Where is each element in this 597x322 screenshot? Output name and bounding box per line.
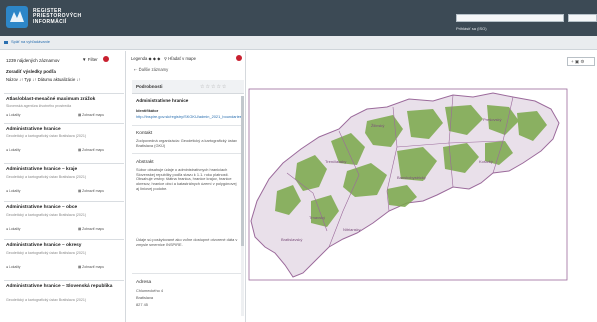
list-item-subtitle: Geodetický a kartografický ústav Bratisl…: [6, 298, 87, 302]
breadcrumb-bar: [0, 36, 597, 50]
list-item-title[interactable]: Administratívne hranice – kraje: [6, 167, 124, 173]
list-item-tag[interactable]: ● Lokality: [6, 113, 21, 117]
list-item[interactable]: Atlas/oblast-mesačné maximum zrážok Slov…: [4, 93, 124, 123]
filter-label: Filter: [87, 57, 98, 62]
close-results-icon[interactable]: [103, 56, 109, 62]
region-label-presovsky: Prešovský: [483, 117, 501, 122]
back-icon[interactable]: [4, 41, 8, 44]
region-label-nitriansky: Nitriansky: [343, 227, 361, 232]
results-count: 1239 nájdených záznamov: [6, 58, 60, 63]
register-logo-icon[interactable]: [6, 6, 28, 28]
map-view[interactable]: Bratislavský Trnavský Nitriansky Trenčia…: [247, 51, 597, 322]
list-item-subtitle: Slovenská agentúra životného prostredia: [6, 104, 72, 108]
slovakia-map[interactable]: Bratislavský Trnavský Nitriansky Trenčia…: [247, 51, 597, 322]
list-item[interactable]: Administratívne hranice – okresy Geodeti…: [4, 239, 124, 275]
list-item[interactable]: Administratívne hranice Geodetický a kar…: [4, 123, 124, 155]
tab-details[interactable]: Podrobnosti: [136, 84, 163, 89]
address-zip: 827 45: [136, 302, 148, 307]
contact-heading: Kontakt: [136, 131, 153, 136]
list-item-title[interactable]: Administratívne hranice: [6, 127, 124, 133]
detail-title: Administratívne hranice: [136, 98, 189, 103]
list-item-title[interactable]: Administratívne hranice – obce: [6, 205, 124, 211]
show-map-link[interactable]: ▦ Zobraziť mapu: [78, 113, 104, 117]
show-map-link[interactable]: ▦ Zobraziť mapu: [78, 148, 104, 152]
list-item-title[interactable]: Atlas/oblast-mesačné maximum zrážok: [6, 97, 124, 103]
region-label-trnavsky: Trnavský: [309, 215, 325, 220]
breadcrumb[interactable]: Späť na vyhľadávanie: [11, 39, 50, 44]
list-item-title[interactable]: Administratívne hranice – Slovenská repu…: [6, 284, 124, 290]
region-label-zilinsky: Žilinský: [371, 123, 384, 128]
list-item-tag[interactable]: ● Lokality: [6, 148, 21, 152]
abstract-text: Súbor obsahuje údaje o administratívnych…: [136, 167, 237, 191]
rating-stars[interactable]: ☆☆☆☆☆: [200, 84, 227, 90]
list-item-subtitle: Geodetický a kartografický ústav Bratisl…: [6, 175, 87, 179]
contact-text: Zodpovedná organizácia: Geodetický a kar…: [136, 138, 237, 148]
close-detail-icon[interactable]: [236, 55, 242, 61]
filter-button[interactable]: ▼ Filter: [82, 57, 98, 62]
show-map-link[interactable]: ▦ Zobraziť mapu: [78, 265, 104, 269]
region-label-banskobystricky: Banskobystrický: [397, 175, 426, 180]
list-item-tag[interactable]: ● Lokality: [6, 227, 21, 231]
list-item-tag[interactable]: ● Lokality: [6, 265, 21, 269]
secondary-search-input[interactable]: [568, 14, 597, 22]
show-map-link[interactable]: ▦ Zobraziť mapu: [78, 189, 104, 193]
search-input[interactable]: [456, 14, 564, 22]
map-tools-icon[interactable]: + ▣ ⚙: [571, 59, 584, 65]
region-label-trenciansky: Trenčiansky: [325, 159, 346, 164]
previous-records-link[interactable]: ⇠ Ďalšie záznamy: [134, 67, 168, 72]
list-item-subtitle: Geodetický a kartografický ústav Bratisl…: [6, 251, 87, 255]
legend-toolbar[interactable]: Legenda ◆ ◆ ◆ ⚲ Hľadať v mape: [131, 56, 196, 61]
sort-options[interactable]: Názov ↓↑ Typ ↓↑ Dátumu aktualizácie ↓↑: [6, 77, 81, 82]
abstract-heading: Abstrakt: [136, 160, 154, 165]
region-label-kosicky: Košický: [479, 159, 493, 164]
list-item-subtitle: Geodetický a kartografický ústav Bratisl…: [6, 134, 87, 138]
region-label-bratislavsky: Bratislavský: [281, 237, 302, 242]
identifier-link[interactable]: http://inspire.gov.sk/registry/SKGKU/adm…: [136, 114, 242, 120]
list-item[interactable]: Administratívne hranice – Slovenská repu…: [4, 280, 124, 320]
list-item[interactable]: Administratívne hranice – kraje Geodetic…: [4, 163, 124, 199]
show-map-link[interactable]: ▦ Zobraziť mapu: [78, 227, 104, 231]
sort-label: Zoradiť výsledky podľa: [6, 69, 56, 74]
list-item[interactable]: Administratívne hranice – obce Geodetick…: [4, 201, 124, 237]
map-search-link[interactable]: Hľadať v mape: [168, 56, 196, 61]
legend-label[interactable]: Legenda ◆ ◆ ◆: [131, 56, 160, 61]
list-item-subtitle: Geodetický a kartografický ústav Bratisl…: [6, 213, 87, 217]
abstract-text-2: Údaje sú poskytované ako voľne dostupné …: [136, 237, 238, 247]
address-city: Bratislava: [136, 295, 154, 300]
list-item-title[interactable]: Administratívne hranice – okresy: [6, 243, 124, 249]
search-icon: ⚲: [163, 56, 168, 61]
list-item-tag[interactable]: ● Lokality: [6, 189, 21, 193]
address-heading: Adresa: [136, 280, 152, 285]
logo-text: REGISTER PRIESTOROVÝCH INFORMÁCIÍ: [33, 8, 82, 25]
map-zoom-control[interactable]: + ▣ ⚙: [567, 57, 595, 66]
user-login-link[interactable]: Prihlásiť sa (ISO): [456, 26, 487, 31]
address-street: Chlumeckého 4: [136, 288, 164, 293]
identifier-label: Identifikátor: [136, 108, 159, 113]
detail-scrollbar-thumb[interactable]: [241, 96, 244, 246]
